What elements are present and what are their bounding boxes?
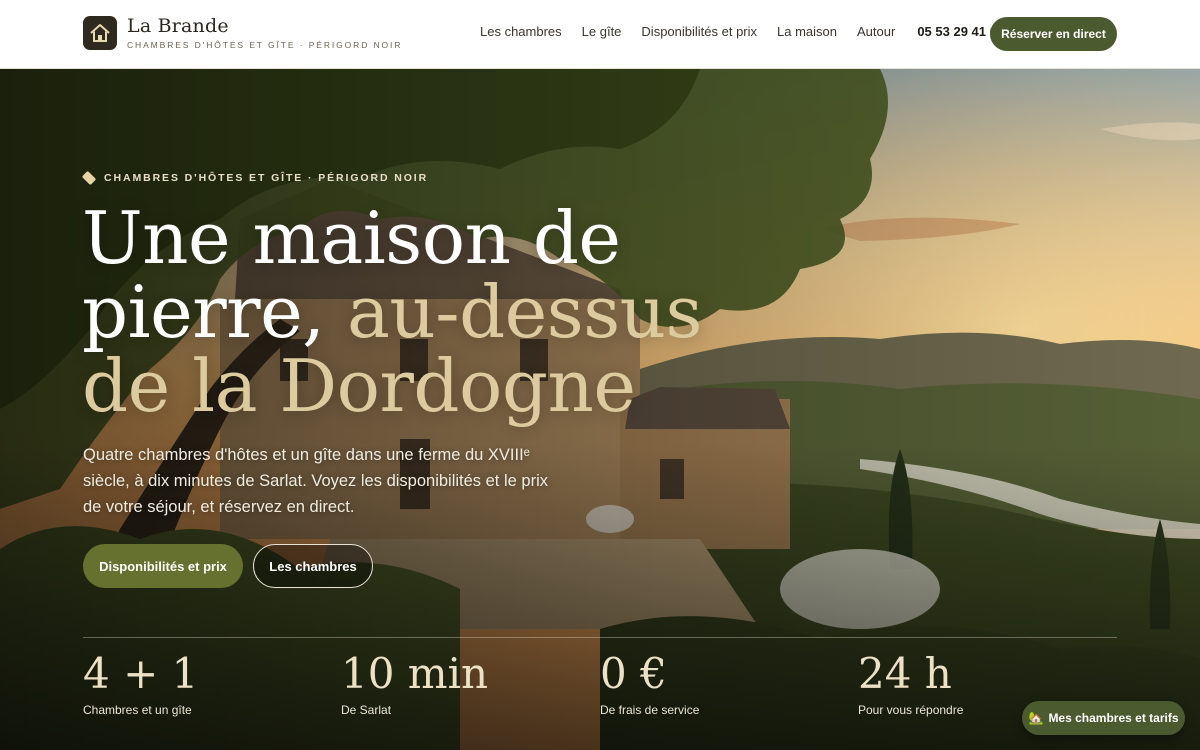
stat-label: De Sarlat (341, 703, 392, 717)
stat-rooms: 4 + 1 Chambres et un gîte (83, 649, 198, 717)
stats-divider (83, 637, 1117, 638)
hero-headline: Une maison de pierre, au-dessus de la Do… (82, 201, 802, 423)
site-header: La Brande CHAMBRES D'HÔTES ET GÎTE · PÉR… (0, 0, 1200, 69)
reserve-direct-button[interactable]: Réserver en direct (990, 17, 1117, 51)
hero-section: CHAMBRES D'HÔTES ET GÎTE · PÉRIGORD NOIR… (0, 69, 1200, 750)
stat-distance: 10 min De Sarlat (341, 649, 488, 717)
nav-link-disponibilites[interactable]: Disponibilités et prix (641, 24, 757, 39)
hero-eyebrow-text: CHAMBRES D'HÔTES ET GÎTE · PÉRIGORD NOIR (104, 172, 429, 184)
rooms-button[interactable]: Les chambres (253, 544, 373, 588)
brand-tagline: CHAMBRES D'HÔTES ET GÎTE · PÉRIGORD NOIR (127, 40, 403, 50)
stat-label: Pour vous répondre (858, 703, 964, 717)
nav-link-autour[interactable]: Autour (857, 24, 895, 39)
stat-response: 24 h Pour vous répondre (858, 649, 963, 717)
stat-value: 4 + 1 (83, 649, 199, 698)
stat-value: 0 € (600, 649, 667, 698)
nav-link-maison[interactable]: La maison (777, 24, 837, 39)
hero-lede: Quatre chambres d'hôtes et un gîte dans … (83, 446, 548, 516)
stat-fees: 0 € De frais de service (600, 649, 699, 717)
stat-label: Chambres et un gîte (83, 703, 192, 717)
stat-label: De frais de service (600, 703, 700, 717)
nav-link-chambres[interactable]: Les chambres (480, 24, 562, 39)
stat-value: 10 min (341, 649, 489, 698)
house-emoji-icon: 🏡 (1028, 711, 1044, 725)
stat-value: 24 h (858, 649, 952, 698)
diamond-icon (81, 170, 97, 186)
nav-link-gite[interactable]: Le gîte (582, 24, 622, 39)
availability-prices-button[interactable]: Disponibilités et prix (83, 544, 243, 588)
brand-name: La Brande (127, 15, 229, 37)
hero-eyebrow: CHAMBRES D'HÔTES ET GÎTE · PÉRIGORD NOIR (81, 170, 429, 186)
house-icon (83, 16, 117, 50)
brand-logo-link[interactable]: La Brande CHAMBRES D'HÔTES ET GÎTE · PÉR… (83, 16, 402, 50)
floating-button-label: Mes chambres et tarifs (1048, 711, 1179, 725)
my-rooms-rates-button[interactable]: 🏡 Mes chambres et tarifs (1022, 701, 1185, 735)
main-nav: Les chambres Le gîte Disponibilités et p… (480, 24, 1004, 39)
